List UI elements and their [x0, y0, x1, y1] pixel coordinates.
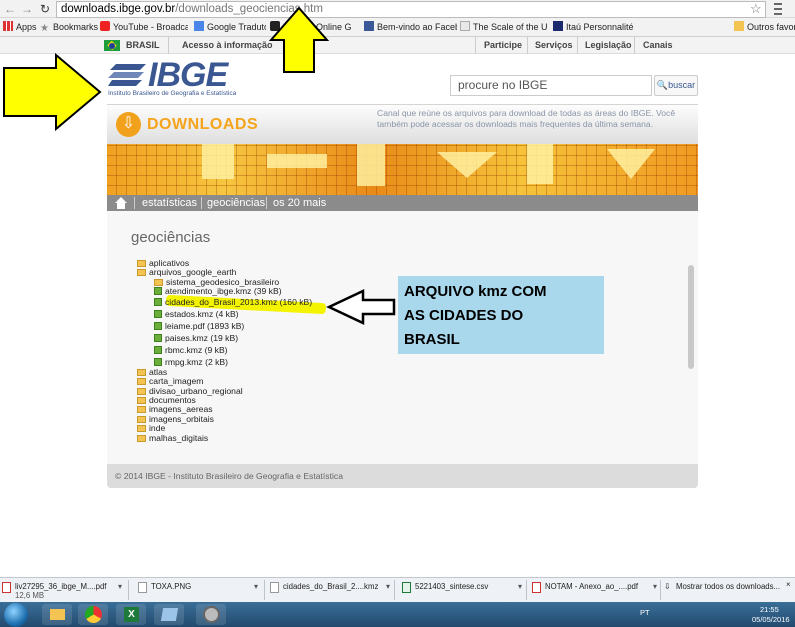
image-file-icon	[138, 582, 147, 593]
taskbar: X PT 21:55 05/05/2016	[0, 602, 795, 627]
downloads-shelf: liv27295_36_ibge_M....pdf 12,6 MB ▾ TOXA.P…	[0, 577, 795, 602]
download-name: 5221403_sintese.csv	[415, 582, 489, 591]
excel-taskbar-icon[interactable]: X	[116, 604, 146, 625]
language-indicator[interactable]: PT	[640, 608, 650, 617]
download-item[interactable]: liv27295_36_ibge_M....pdf 12,6 MB ▾	[2, 580, 122, 601]
chevron-down-icon[interactable]: ▾	[518, 582, 522, 591]
explorer-taskbar-icon[interactable]	[42, 604, 72, 625]
chevron-down-icon[interactable]: ▾	[386, 582, 390, 591]
show-all-downloads-link[interactable]: ⇩ Mostrar todos os downloads...	[664, 580, 784, 601]
close-shelf-icon[interactable]: ×	[786, 580, 794, 601]
windows-start-icon[interactable]	[4, 603, 28, 627]
app-taskbar-icon[interactable]	[154, 604, 184, 625]
arrow-left-icon	[326, 289, 396, 325]
kmz-file-icon	[270, 582, 279, 593]
chevron-down-icon[interactable]: ▾	[118, 582, 122, 591]
show-all-label: Mostrar todos os downloads...	[676, 582, 781, 591]
pdf-file-icon	[2, 582, 11, 593]
annotation-arrows	[3, 6, 396, 325]
download-item[interactable]: 5221403_sintese.csv ▾	[402, 580, 522, 601]
download-item[interactable]: TOXA.PNG ▾	[138, 580, 258, 601]
arrow-up-icon	[268, 6, 330, 73]
download-item[interactable]: NOTAM - Anexo_ao_....pdf ▾	[532, 580, 657, 601]
csv-file-icon	[402, 582, 411, 593]
download-name: TOXA.PNG	[151, 582, 192, 591]
chevron-down-icon[interactable]: ▾	[254, 582, 258, 591]
pdf-file-icon	[532, 582, 541, 593]
download-name: liv27295_36_ibge_M....pdf	[15, 582, 107, 591]
download-arrow-icon: ⇩	[664, 582, 671, 591]
clock-date[interactable]: 05/05/2016	[752, 615, 790, 624]
disc-taskbar-icon[interactable]	[196, 604, 226, 625]
chrome-taskbar-icon[interactable]	[78, 604, 108, 625]
download-size: 12,6 MB	[15, 591, 45, 600]
clock-time[interactable]: 21:55	[760, 605, 779, 614]
chevron-down-icon[interactable]: ▾	[653, 582, 657, 591]
download-name: NOTAM - Anexo_ao_....pdf	[545, 582, 639, 591]
arrow-right-icon	[3, 52, 102, 132]
download-item[interactable]: cidades_do_Brasil_2....kmz ▾	[270, 580, 390, 601]
download-name: cidades_do_Brasil_2....kmz	[283, 582, 379, 591]
